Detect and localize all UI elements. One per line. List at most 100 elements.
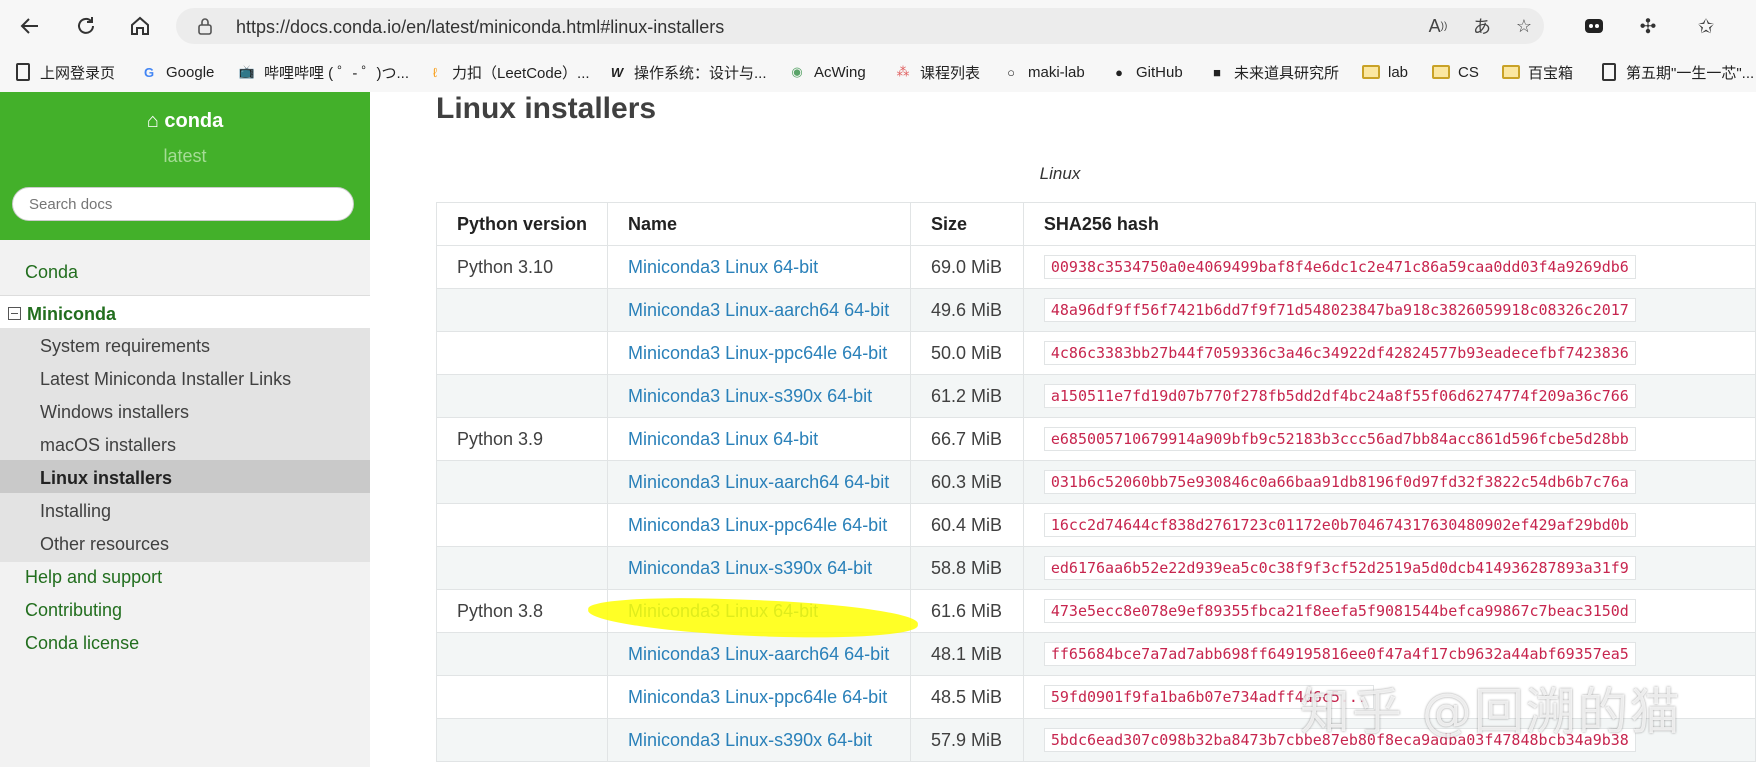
- size-cell: 66.7 MiB: [909, 417, 1024, 461]
- size-cell: 61.6 MiB: [909, 589, 1024, 633]
- bookmark-label: lab: [1388, 63, 1409, 81]
- brand-link[interactable]: ⌂ conda: [0, 110, 370, 133]
- table-caption: Linux: [1039, 164, 1081, 183]
- sidebar-item-windows-installers[interactable]: Windows installers: [0, 394, 370, 430]
- python-version-cell: [435, 503, 609, 547]
- browser-toolbar: https://docs.conda.io/en/latest/minicond…: [0, 0, 1756, 52]
- installer-link[interactable]: Miniconda3 Linux 64-bit: [607, 417, 911, 461]
- bookmark-courses[interactable]: ⁂ 课程列表: [894, 60, 981, 84]
- collapse-toggle-icon[interactable]: [8, 306, 21, 320]
- bookmark-label: 课程列表: [920, 64, 981, 82]
- sidebar-item-conda-license[interactable]: Conda license: [0, 625, 370, 661]
- table-header-row: Python version Name Size SHA256 hash: [435, 202, 1756, 246]
- google-icon: G: [143, 64, 155, 80]
- sidebar-item-latest-links[interactable]: Latest Miniconda Installer Links: [0, 361, 370, 397]
- bookmark-label: Google: [166, 63, 215, 81]
- bookmark-leetcode[interactable]: ℓ 力扣（LeetCode）...: [426, 60, 590, 84]
- bookmark-folder-lab[interactable]: lab: [1362, 60, 1408, 84]
- installer-link[interactable]: Miniconda3 Linux-aarch64 64-bit: [607, 460, 911, 504]
- bookmark-folder-cs[interactable]: CS: [1432, 60, 1479, 84]
- sidebar-item-help-support[interactable]: Help and support: [0, 559, 370, 595]
- sidebar-item-macos-installers[interactable]: macOS installers: [0, 427, 370, 463]
- python-version-cell: [435, 460, 609, 504]
- size-cell: 60.3 MiB: [909, 460, 1024, 504]
- size-cell: 48.5 MiB: [909, 675, 1024, 719]
- installer-link[interactable]: Miniconda3 Linux-aarch64 64-bit: [607, 632, 911, 676]
- tab-actions-icon[interactable]: [1578, 10, 1610, 42]
- bookmark-login[interactable]: 上网登录页: [14, 60, 115, 84]
- table-row: Miniconda3 Linux-ppc64le 64-bit 50.0 MiB 4…: [435, 331, 1756, 375]
- sidebar-item-conda[interactable]: Conda: [0, 254, 370, 290]
- sha256-cell: ff65684bce7a7ad7abb698ff649195816ee0f47a…: [1022, 632, 1756, 676]
- bilibili-icon: 📺: [238, 64, 256, 79]
- bookmark-future-gadget[interactable]: ■ 未来道具研究所: [1208, 60, 1339, 84]
- installer-link[interactable]: Miniconda3 Linux-ppc64le 64-bit: [607, 675, 911, 719]
- sha256-code: e685005710679914a909bfb9c52183b3ccc56ad7…: [1043, 427, 1636, 451]
- refresh-button[interactable]: [68, 8, 104, 44]
- bookmark-folder-toolbox[interactable]: 百宝箱: [1502, 60, 1573, 84]
- installer-link[interactable]: Miniconda3 Linux-s390x 64-bit: [607, 374, 911, 418]
- installer-link[interactable]: Miniconda3 Linux-ppc64le 64-bit: [607, 503, 911, 547]
- col-python-version: Python version: [435, 202, 609, 246]
- bookmark-acwing[interactable]: ◉ AcWing: [788, 60, 865, 84]
- sidebar-item-installing[interactable]: Installing: [0, 493, 370, 529]
- read-aloud-icon[interactable]: A)): [1426, 14, 1450, 38]
- python-version-cell: [435, 718, 609, 762]
- address-bar[interactable]: https://docs.conda.io/en/latest/minicond…: [176, 8, 1544, 44]
- sidebar-item-other-resources[interactable]: Other resources: [0, 526, 370, 562]
- bookmark-github[interactable]: ● GitHub: [1110, 60, 1183, 84]
- sha256-code: 16cc2d74644cf838d2761723c01172e0b7046743…: [1043, 513, 1636, 537]
- docs-sidebar: ⌂ conda latest Conda Conda-build Minicon…: [0, 92, 370, 767]
- circle-icon: ○: [1007, 64, 1015, 80]
- bookmark-maki-lab[interactable]: ○ maki-lab: [1002, 60, 1085, 84]
- favorite-star-icon[interactable]: ☆: [1512, 14, 1536, 38]
- w-icon: W: [610, 64, 624, 80]
- table-row: Python 3.9 Miniconda3 Linux 64-bit 66.7 Mi…: [435, 417, 1756, 461]
- table-row: Miniconda3 Linux-s390x 64-bit 58.8 MiB ed6…: [435, 546, 1756, 590]
- size-cell: 57.9 MiB: [909, 718, 1024, 762]
- back-button[interactable]: [12, 8, 48, 44]
- extensions-puzzle-icon[interactable]: ✣: [1632, 10, 1664, 42]
- watermark: 知乎 @回溯的猫: [1300, 683, 1682, 741]
- installer-link[interactable]: Miniconda3 Linux 64-bit: [607, 245, 911, 289]
- bookmark-label: CS: [1458, 63, 1479, 81]
- acwing-icon: ◉: [791, 64, 803, 79]
- bookmarks-bar: 上网登录页 G Google 📺 哔哩哔哩 ( ゜- ゜)つ... ℓ 力扣（Leet…: [0, 52, 1756, 93]
- home-icon: [131, 16, 149, 35]
- github-icon: ●: [1115, 64, 1123, 80]
- sidebar-item-miniconda[interactable]: Miniconda: [0, 295, 370, 331]
- search-docs-input[interactable]: [12, 187, 354, 221]
- translate-icon[interactable]: あ: [1470, 14, 1494, 38]
- sidebar-item-linux-installers[interactable]: Linux installers: [0, 460, 370, 496]
- python-version-cell: Python 3.8: [435, 589, 609, 633]
- bookmark-label: 未来道具研究所: [1234, 64, 1340, 82]
- bookmark-label: maki-lab: [1028, 63, 1085, 81]
- home-button[interactable]: [122, 8, 158, 44]
- sha256-cell: 031b6c52060bb75e930846c0a66baa91db8196f0…: [1022, 460, 1756, 504]
- favorites-list-icon[interactable]: ✩: [1690, 10, 1722, 42]
- doc-icon: [14, 63, 32, 81]
- installer-link[interactable]: Miniconda3 Linux-s390x 64-bit: [607, 546, 911, 590]
- sha256-code: 473e5ecc8e078e9ef89355fbca21f8eefa5f9081…: [1043, 599, 1636, 623]
- sha256-cell: a150511e7fd19d07b770f278fb5dd2df4bc24a8f…: [1022, 374, 1756, 418]
- home-icon: ⌂: [146, 110, 165, 132]
- installer-link[interactable]: Miniconda3 Linux-ppc64le 64-bit: [607, 331, 911, 375]
- sidebar-item-label: Miniconda: [27, 304, 116, 324]
- installer-link[interactable]: Miniconda3 Linux-aarch64 64-bit: [607, 288, 911, 332]
- sidebar-item-contributing[interactable]: Contributing: [0, 592, 370, 628]
- lock-icon: [198, 18, 212, 35]
- bookmark-google[interactable]: G Google: [140, 60, 214, 84]
- sidebar-item-system-requirements[interactable]: System requirements: [0, 328, 370, 364]
- bookmark-bilibili[interactable]: 📺 哔哩哔哩 ( ゜- ゜)つ...: [238, 60, 409, 84]
- bookmark-ysyx[interactable]: 第五期"一生一芯"...: [1600, 60, 1754, 84]
- python-version-cell: [435, 546, 609, 590]
- sha256-cell: ed6176aa6b52e22d939ea5c0c38f9f3cf52d2519…: [1022, 546, 1756, 590]
- url-text[interactable]: https://docs.conda.io/en/latest/minicond…: [236, 17, 724, 38]
- python-version-cell: Python 3.9: [435, 417, 609, 461]
- bookmark-os[interactable]: W 操作系统：设计与...: [608, 60, 767, 84]
- installer-link[interactable]: Miniconda3 Linux-s390x 64-bit: [607, 718, 911, 762]
- python-version-cell: [435, 675, 609, 719]
- folder-icon: [1502, 63, 1520, 81]
- table-row: Miniconda3 Linux-aarch64 64-bit 60.3 MiB 0…: [435, 460, 1756, 504]
- sha256-code: a150511e7fd19d07b770f278fb5dd2df4bc24a8f…: [1043, 384, 1636, 408]
